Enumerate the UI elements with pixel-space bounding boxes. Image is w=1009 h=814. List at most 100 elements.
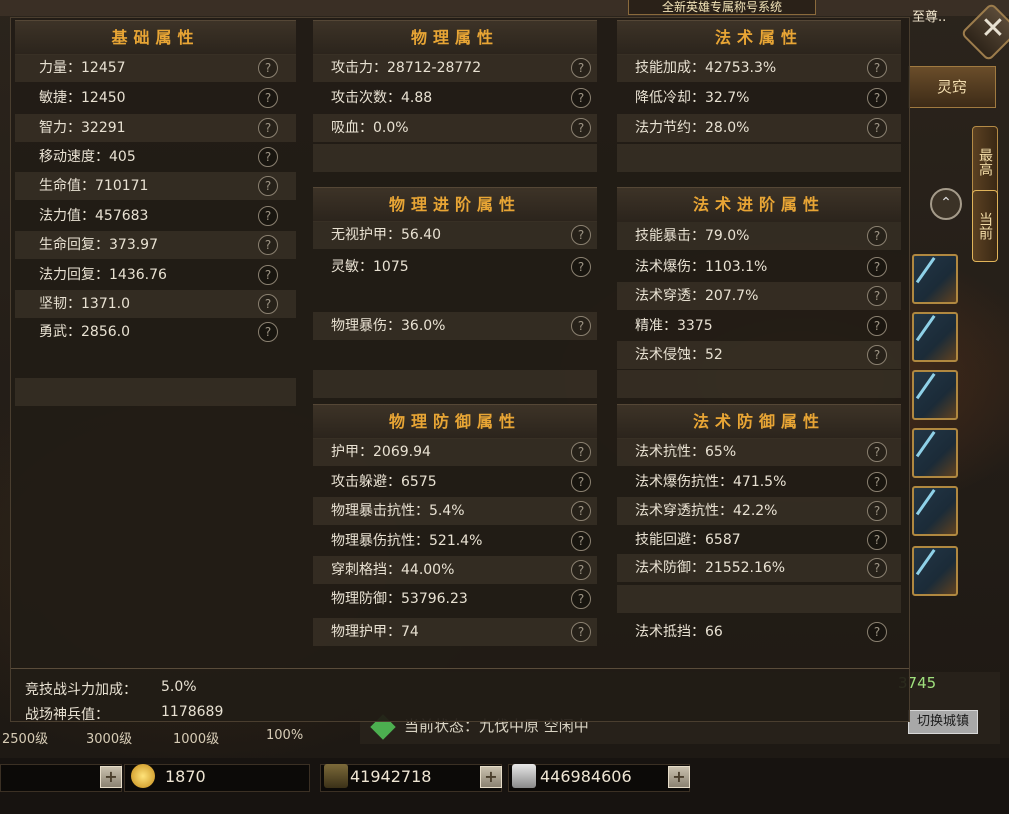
add-icon[interactable]: + — [668, 766, 690, 788]
attr-row: 法术抗性：65%? — [617, 438, 901, 466]
help-icon[interactable]: ? — [258, 322, 278, 342]
weapon-slot[interactable] — [912, 254, 958, 304]
attr-text: 法力回复：1436.76 — [39, 267, 167, 283]
attr-row: 攻击次数：4.88? — [313, 84, 597, 112]
weapon-slot[interactable] — [912, 546, 958, 596]
help-icon[interactable]: ? — [258, 118, 278, 138]
help-icon[interactable]: ? — [867, 118, 887, 138]
weapon-slot[interactable] — [912, 312, 958, 362]
attr-text: 勇武：2856.0 — [39, 324, 130, 340]
help-icon[interactable]: ? — [867, 58, 887, 78]
battlefield-weapon-label: 战场神兵值： — [25, 707, 109, 723]
help-icon[interactable]: ? — [571, 225, 591, 245]
current-button[interactable]: 当前 — [972, 190, 998, 262]
attr-text: 法力节约：28.0% — [635, 120, 750, 136]
add-icon[interactable]: + — [100, 766, 122, 788]
highest-button[interactable]: 最高 — [972, 126, 998, 198]
help-icon[interactable]: ? — [258, 88, 278, 108]
help-icon[interactable]: ? — [867, 558, 887, 578]
weapon-slot[interactable] — [912, 428, 958, 478]
attr-row: 智力：32291? — [15, 114, 296, 142]
section-title-physical-advanced: 物理进阶属性 — [313, 187, 597, 222]
attr-text: 技能回避：6587 — [635, 532, 741, 548]
help-icon[interactable]: ? — [867, 345, 887, 365]
level-label: 1000级 — [173, 732, 220, 747]
attr-row: 法术防御：21552.16%? — [617, 554, 901, 582]
help-icon[interactable]: ? — [571, 531, 591, 551]
attr-row: 生命值：710171? — [15, 172, 296, 200]
section-title-magic: 法术属性 — [617, 20, 901, 55]
help-icon[interactable]: ? — [867, 530, 887, 550]
add-icon[interactable]: + — [480, 766, 502, 788]
battlefield-weapon: 战场神兵值： 1178689 — [25, 704, 223, 724]
attr-row: 技能暴击：79.0%? — [617, 222, 901, 250]
attr-text: 法力值：457683 — [39, 208, 149, 224]
section-title-magic-advanced: 法术进阶属性 — [617, 187, 901, 222]
close-icon[interactable]: ✕ — [978, 14, 1008, 44]
help-icon[interactable]: ? — [571, 589, 591, 609]
attr-row: 攻击躲避：6575? — [313, 468, 597, 496]
help-icon[interactable]: ? — [258, 235, 278, 255]
help-icon[interactable]: ? — [571, 442, 591, 462]
battlefield-weapon-value: 1178689 — [161, 704, 224, 720]
section-title-magic-defense: 法术防御属性 — [617, 404, 901, 439]
attr-row: 技能回避：6587? — [617, 526, 901, 554]
help-icon[interactable]: ? — [867, 286, 887, 306]
help-icon[interactable]: ? — [867, 622, 887, 642]
attr-row: 攻击力：28712-28772? — [313, 54, 597, 82]
help-icon[interactable]: ? — [571, 622, 591, 642]
help-icon[interactable]: ? — [258, 265, 278, 285]
news-banner[interactable]: 全新英雄专属称号系统 — [628, 0, 816, 15]
attr-text: 法术抵挡：66 — [635, 624, 723, 640]
attr-row: 精准：3375? — [617, 312, 901, 340]
help-icon[interactable]: ? — [258, 176, 278, 196]
tab-lingqiao[interactable]: 灵窍 — [908, 66, 996, 108]
switch-town-button[interactable]: 切换城镇 — [908, 710, 978, 734]
help-icon[interactable]: ? — [571, 316, 591, 336]
help-icon[interactable]: ? — [571, 257, 591, 277]
attr-row: 法力节约：28.0%? — [617, 114, 901, 142]
attr-row: 灵敏：1075? — [313, 253, 597, 281]
help-icon[interactable]: ? — [571, 118, 591, 138]
help-icon[interactable]: ? — [571, 58, 591, 78]
section-title-basic: 基础属性 — [15, 20, 296, 55]
help-icon[interactable]: ? — [571, 501, 591, 521]
attr-row: 法力回复：1436.76? — [15, 261, 296, 289]
weapon-slot[interactable] — [912, 370, 958, 420]
arena-bonus: 竞技战斗力加成： 5.0% — [25, 679, 197, 699]
help-icon[interactable]: ? — [571, 88, 591, 108]
help-icon[interactable]: ? — [258, 206, 278, 226]
attr-row: 穿刺格挡：44.00%? — [313, 556, 597, 584]
level-label: 100% — [266, 728, 304, 743]
attr-row: 物理防御：53796.23? — [313, 585, 597, 613]
attr-text: 技能加成：42753.3% — [635, 60, 777, 76]
help-icon[interactable]: ? — [258, 147, 278, 167]
attr-row: 物理暴击抗性：5.4%? — [313, 497, 597, 525]
help-icon[interactable]: ? — [571, 560, 591, 580]
attr-text: 力量：12457 — [39, 60, 126, 76]
attr-row: 法术爆伤：1103.1%? — [617, 253, 901, 281]
attr-text: 精准：3375 — [635, 318, 713, 334]
help-icon[interactable]: ? — [867, 316, 887, 336]
help-icon[interactable]: ? — [867, 257, 887, 277]
weapon-slot[interactable] — [912, 486, 958, 536]
help-icon[interactable]: ? — [867, 472, 887, 492]
help-icon[interactable]: ? — [258, 58, 278, 78]
help-icon[interactable]: ? — [867, 226, 887, 246]
attr-text: 攻击躲避：6575 — [331, 474, 437, 490]
empty-row — [313, 370, 597, 398]
empty-row — [15, 378, 296, 406]
attr-text: 降低冷却：32.7% — [635, 90, 750, 106]
help-icon[interactable]: ? — [867, 442, 887, 462]
scroll-up-icon[interactable]: ⌃ — [930, 188, 962, 220]
help-icon[interactable]: ? — [867, 88, 887, 108]
help-icon[interactable]: ? — [571, 472, 591, 492]
footer-divider — [11, 668, 909, 669]
attr-text: 物理暴击抗性：5.4% — [331, 503, 465, 519]
attr-row: 物理护甲：74? — [313, 618, 597, 646]
attr-text: 法术穿透：207.7% — [635, 288, 759, 304]
help-icon[interactable]: ? — [258, 294, 278, 314]
help-icon[interactable]: ? — [867, 501, 887, 521]
attr-text: 敏捷：12450 — [39, 90, 126, 106]
section-title-physical: 物理属性 — [313, 20, 597, 55]
